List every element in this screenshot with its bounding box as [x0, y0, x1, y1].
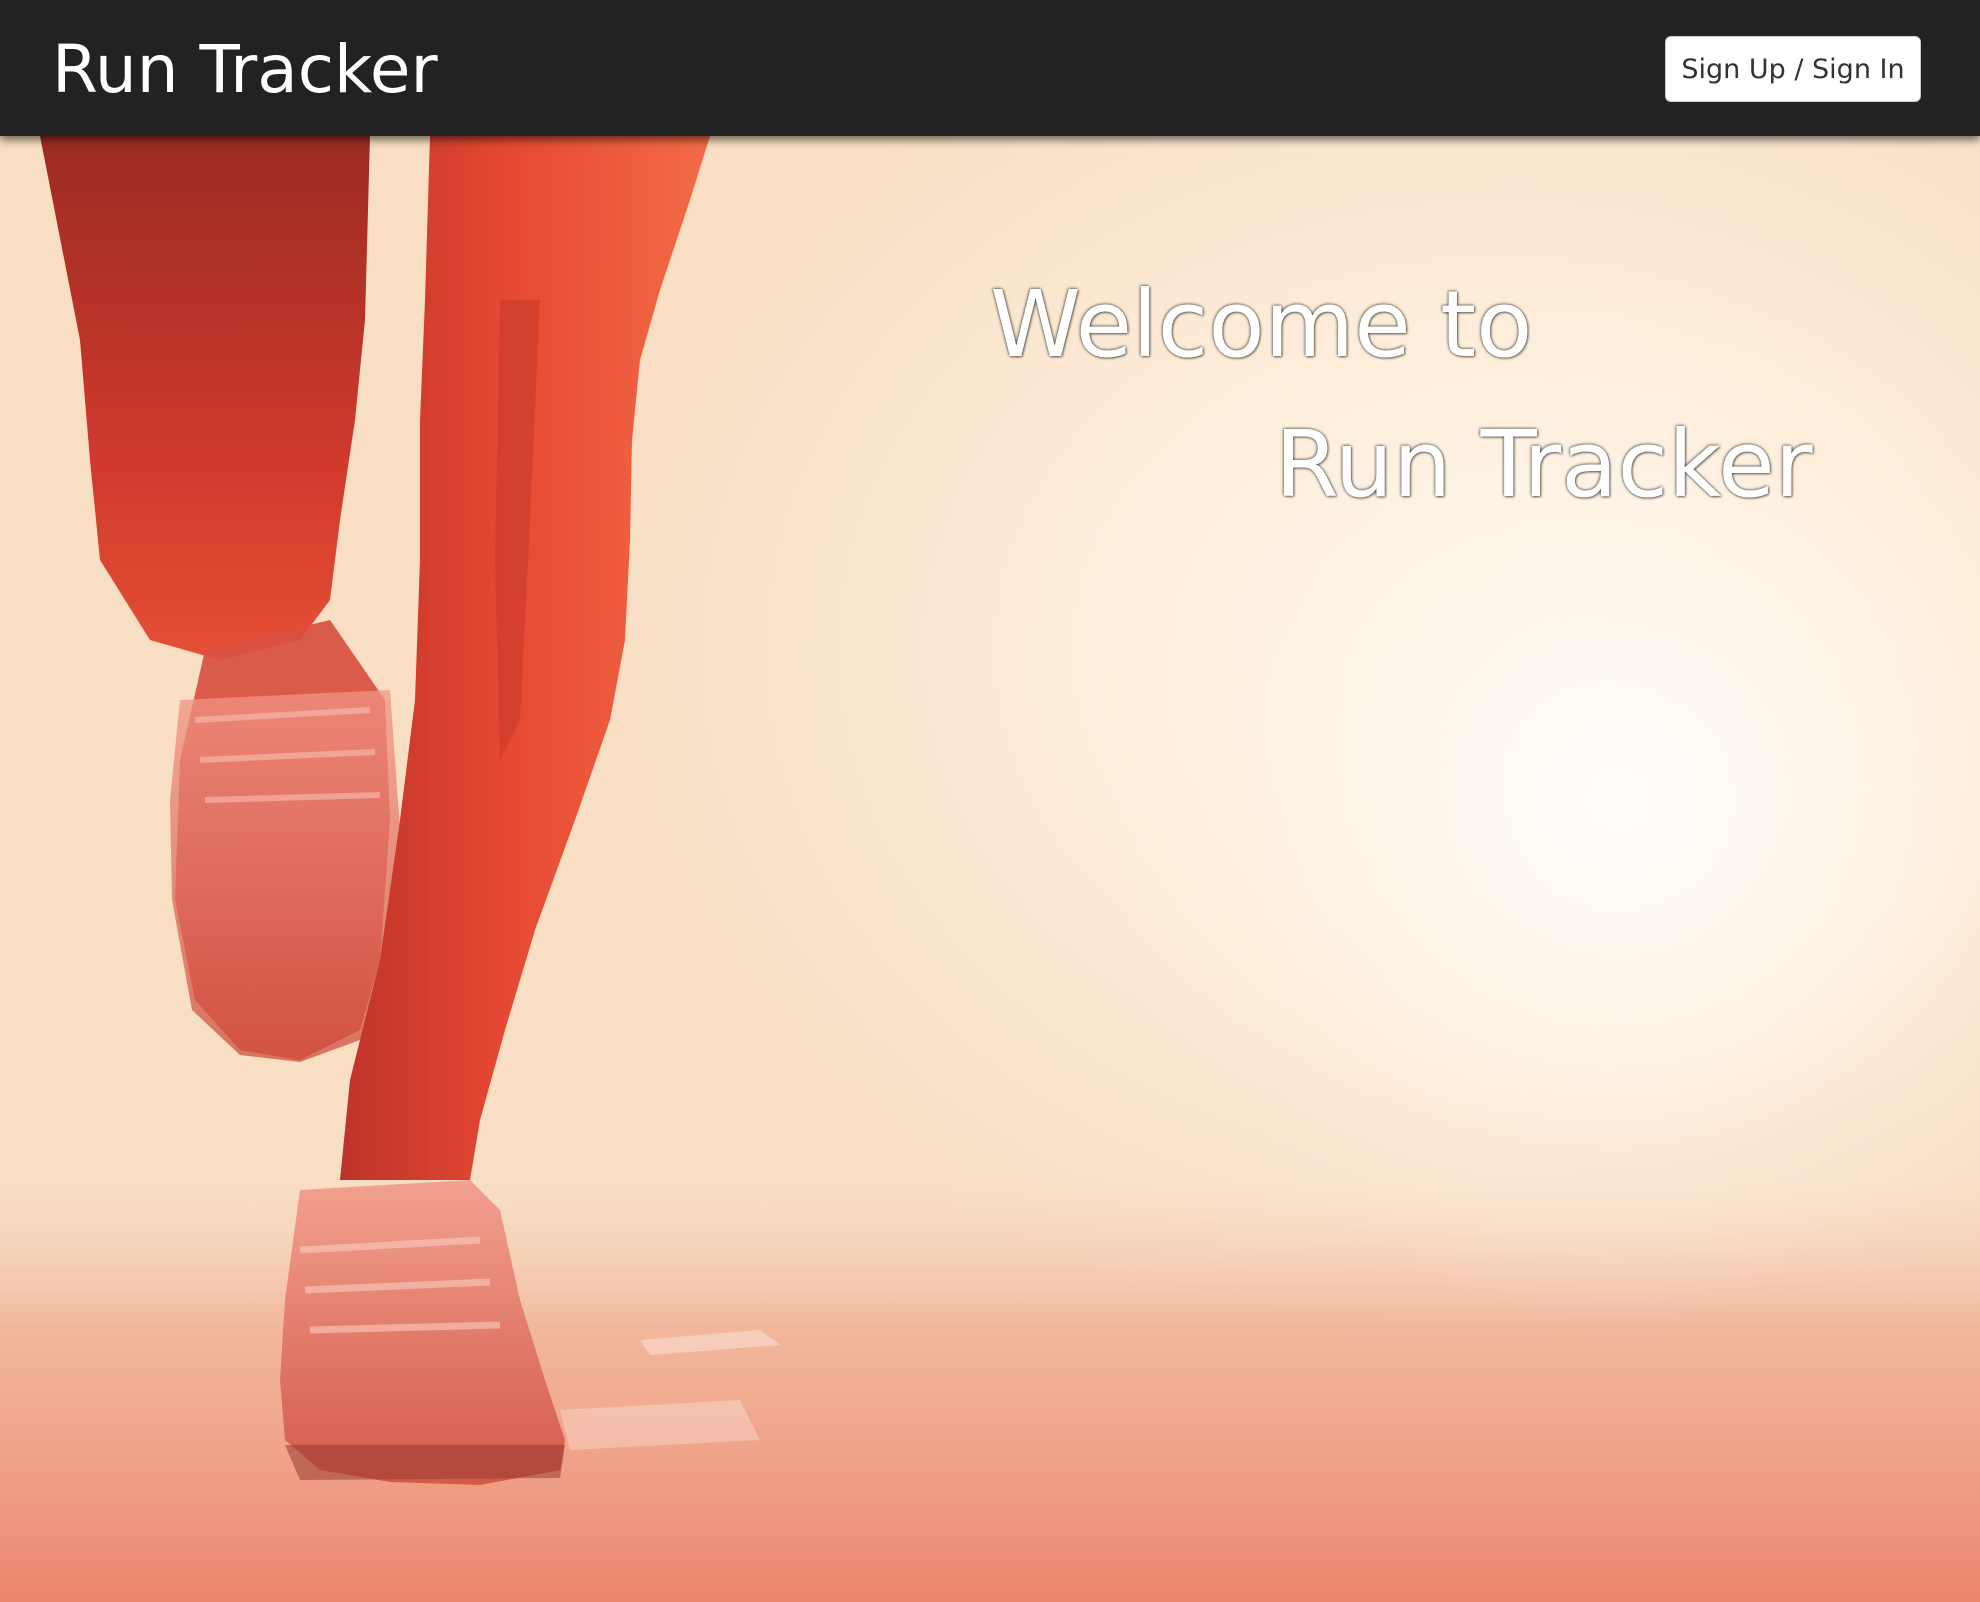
landing-page: Welcome to Run Tracker Run Tracker Sign … — [0, 0, 1980, 1602]
runner-background-image — [0, 136, 1980, 1602]
welcome-heading-line-1: Welcome to — [990, 271, 1533, 378]
welcome-heading-line-2: Run Tracker — [1275, 411, 1813, 518]
hero-section — [0, 0, 1980, 1602]
brand-logo-link[interactable]: Run Tracker — [52, 30, 438, 110]
sign-up-sign-in-button[interactable]: Sign Up / Sign In — [1665, 36, 1921, 102]
top-navbar: Run Tracker Sign Up / Sign In — [0, 0, 1980, 136]
